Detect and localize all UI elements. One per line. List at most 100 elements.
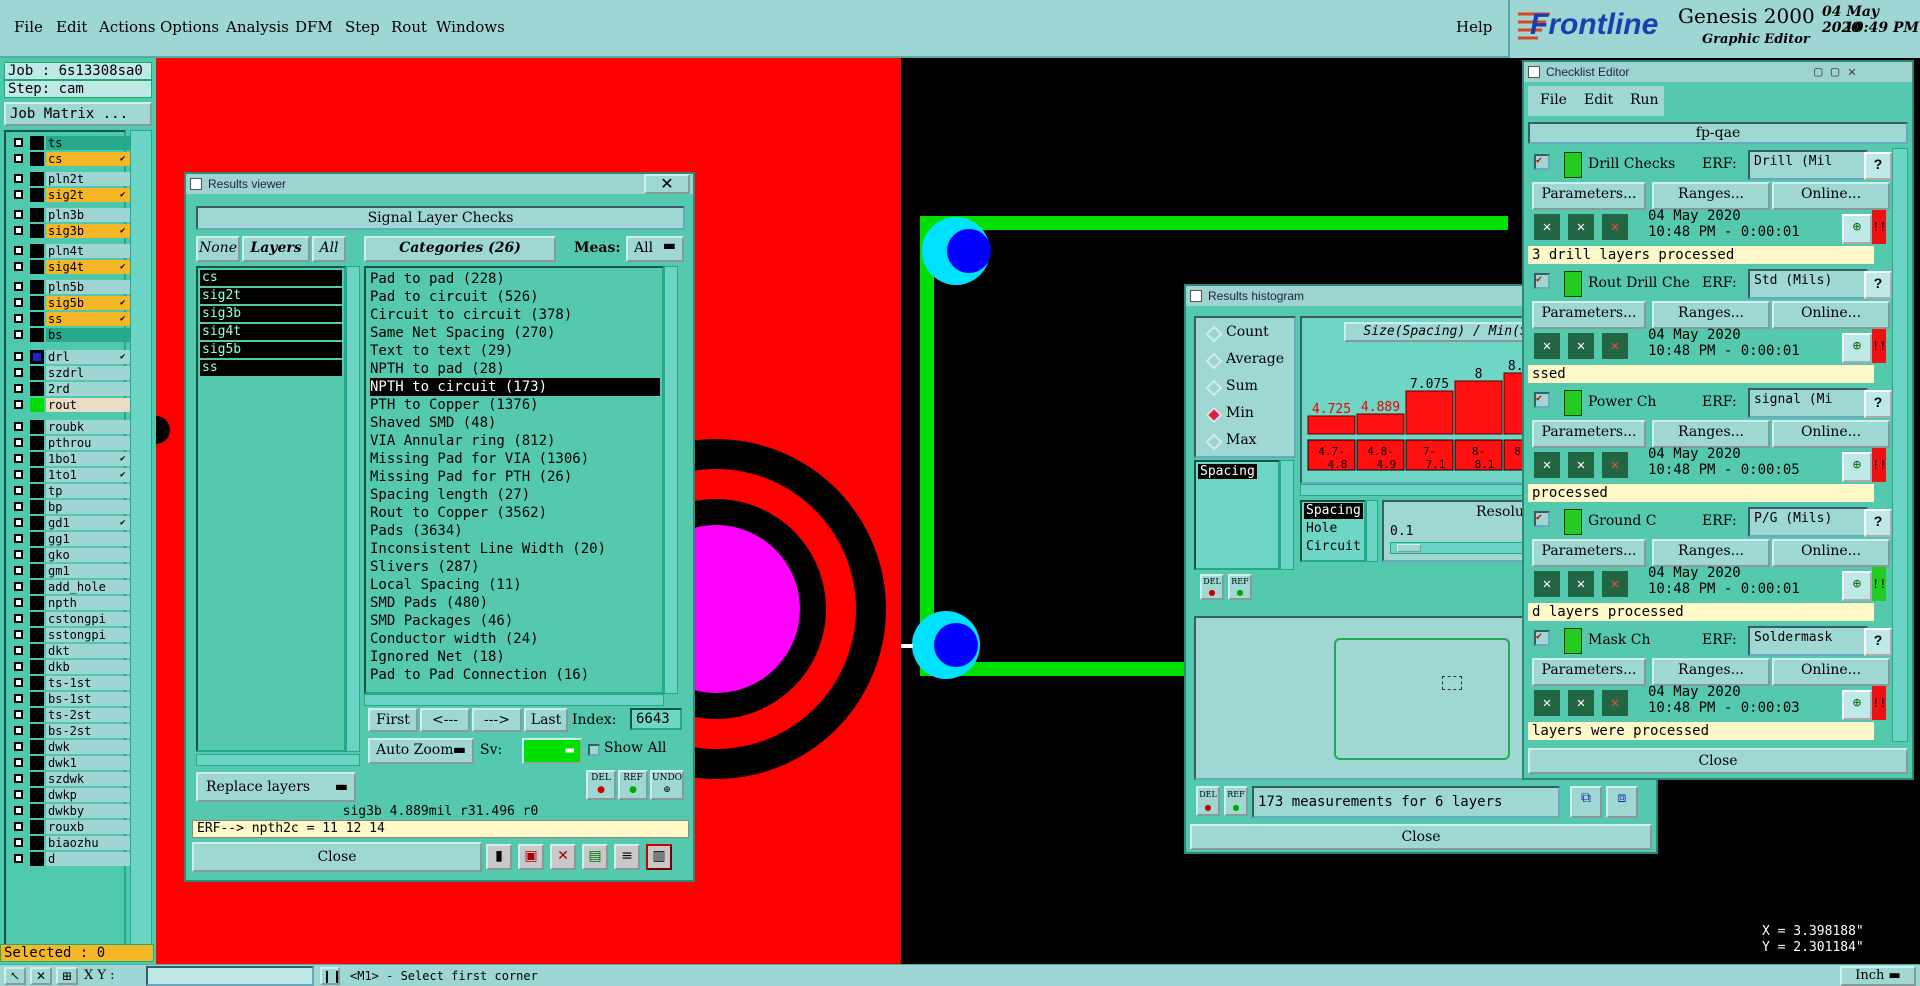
auto-zoom-dropdown[interactable]: Auto Zoom ▬ (368, 738, 474, 764)
layer-row-add_hole[interactable]: add_hole (12, 580, 130, 594)
layer-row-gko[interactable]: gko (12, 548, 130, 562)
layer-checkbox[interactable] (14, 422, 23, 431)
zoom-fit-icon[interactable]: ⧉ (1570, 786, 1602, 818)
layer-checkbox[interactable] (14, 486, 23, 495)
layer-checkbox[interactable] (14, 806, 23, 815)
layer-row-1bo1[interactable]: 1bo1 ✔ (12, 452, 130, 466)
ref-button[interactable]: REF ● (618, 770, 648, 800)
online-button[interactable]: Online... (1772, 182, 1890, 210)
all-button[interactable]: All (312, 236, 346, 262)
zoom-results-icon[interactable]: ⊕ (1842, 571, 1872, 601)
layer-checkbox[interactable] (14, 758, 23, 767)
layer-row-ts-1st[interactable]: ts-1st (12, 676, 130, 690)
layer-checkbox[interactable] (14, 330, 23, 339)
run-icon[interactable]: ✕ (1534, 690, 1560, 716)
run-icon[interactable]: ✕ (1602, 690, 1628, 716)
layer-checkbox[interactable] (14, 174, 23, 183)
ranges-button[interactable]: Ranges... (1652, 420, 1770, 448)
layer-checkbox[interactable] (14, 710, 23, 719)
layer-checkbox[interactable] (14, 582, 23, 591)
zoom-results-icon[interactable]: ⊕ (1842, 690, 1872, 720)
radio-min[interactable] (1205, 406, 1223, 424)
category-item[interactable]: Pad to circuit (526) (370, 288, 539, 306)
run-icon[interactable]: ✕ (1534, 333, 1560, 359)
erf-field[interactable]: Soldermask (1748, 626, 1868, 656)
layer-row-ts[interactable]: ts (12, 136, 130, 150)
layer-row-d[interactable]: d (12, 852, 130, 866)
layer-checkbox[interactable] (14, 314, 23, 323)
category-list-hscroll[interactable] (364, 694, 664, 706)
layer-row-bp[interactable]: bp (12, 500, 130, 514)
layer-row-1to1[interactable]: 1to1 ✔ (12, 468, 130, 482)
replace-layers-dropdown[interactable]: Replace layers ▬ (196, 772, 356, 802)
layer-checkbox[interactable] (14, 838, 23, 847)
layer-row-rout[interactable]: rout (12, 398, 130, 412)
layer-row-gm1[interactable]: gm1 (12, 564, 130, 578)
radio-average[interactable] (1205, 352, 1223, 370)
category-item[interactable]: Text to text (29) (370, 342, 513, 360)
menu-edit[interactable]: Edit (56, 18, 87, 36)
run-icon[interactable]: ✕ (1568, 571, 1594, 597)
layer-row-biaozhu[interactable]: biaozhu (12, 836, 130, 850)
zoom-results-icon[interactable]: ⊕ (1842, 452, 1872, 482)
layer-checkbox[interactable] (14, 282, 23, 291)
layer-list-scrollbar[interactable] (130, 130, 152, 960)
layer-row-2rd[interactable]: 2rd (12, 382, 130, 396)
run-icon[interactable]: ✕ (1534, 452, 1560, 478)
layer-checkbox[interactable] (14, 246, 23, 255)
menu-file[interactable]: File (14, 18, 43, 36)
show-all-checkbox[interactable] (588, 744, 600, 756)
layer-checkbox[interactable] (14, 534, 23, 543)
layer-checkbox[interactable] (14, 774, 23, 783)
category-item[interactable]: SMD Pads (480) (370, 594, 488, 612)
layer-checkbox[interactable] (14, 662, 23, 671)
check-action-icon[interactable] (1564, 390, 1582, 416)
menu-step[interactable]: Step (345, 18, 380, 36)
layer-checkbox[interactable] (14, 822, 23, 831)
categories-button[interactable]: Categories (26) (364, 236, 556, 262)
del-button[interactable]: DEL ● (586, 770, 616, 800)
help-icon[interactable]: ? (1864, 152, 1892, 180)
radio-max[interactable] (1205, 433, 1223, 451)
layer-checkbox[interactable] (14, 694, 23, 703)
pause-icon[interactable]: ❙❙ (320, 967, 342, 985)
layer-row-sig4t[interactable]: sig4t ✔ (12, 260, 130, 274)
layer-row-tp[interactable]: tp (12, 484, 130, 498)
ranges-button[interactable]: Ranges... (1652, 539, 1770, 567)
layer-checkbox[interactable] (14, 454, 23, 463)
none-button[interactable]: None (196, 236, 240, 262)
check-enable-checkbox[interactable]: ✔ (1534, 154, 1550, 170)
layer-checkbox[interactable] (14, 630, 23, 639)
results-close-button[interactable]: Close (192, 842, 482, 872)
run-icon[interactable]: ✕ (1534, 214, 1560, 240)
menu-analysis[interactable]: Analysis (226, 18, 289, 36)
histogram-close-button[interactable]: Close (1190, 824, 1652, 850)
help-icon[interactable]: ? (1864, 628, 1892, 656)
layer-row-dwk1[interactable]: dwk1 (12, 756, 130, 770)
xy-input[interactable] (146, 966, 314, 986)
layer-row-ss[interactable]: ss ✔ (12, 312, 130, 326)
help-icon[interactable]: ? (1864, 271, 1892, 299)
category-list-vscroll[interactable] (664, 266, 678, 694)
layer-checkbox[interactable] (14, 384, 23, 393)
help-icon[interactable]: ? (1864, 509, 1892, 537)
check-enable-checkbox[interactable]: ✔ (1534, 511, 1550, 527)
preview-board[interactable] (1334, 638, 1510, 760)
run-icon[interactable]: ✕ (1568, 214, 1594, 240)
category-item[interactable]: Shaved SMD (48) (370, 414, 496, 432)
undo-button[interactable]: UNDO ⊕ (650, 770, 684, 800)
layer-checkbox[interactable] (14, 226, 23, 235)
layer-checkbox[interactable] (14, 550, 23, 559)
erf-field[interactable]: signal (Mi (1748, 388, 1868, 418)
first-button[interactable]: First (368, 708, 418, 732)
index-input[interactable]: 6643 (630, 708, 682, 730)
category-item[interactable]: PTH to Copper (1376) (370, 396, 539, 414)
layer-row-dkt[interactable]: dkt (12, 644, 130, 658)
layer-checkbox[interactable] (14, 678, 23, 687)
menu-actions[interactable]: Actions (99, 18, 155, 36)
layer-row-roubk[interactable]: roubk (12, 420, 130, 434)
layer-row-szdrl[interactable]: szdrl (12, 366, 130, 380)
category-item[interactable]: Inconsistent Line Width (20) (370, 540, 606, 558)
run-icon[interactable]: ✕ (1602, 452, 1628, 478)
check-enable-checkbox[interactable]: ✔ (1534, 630, 1550, 646)
